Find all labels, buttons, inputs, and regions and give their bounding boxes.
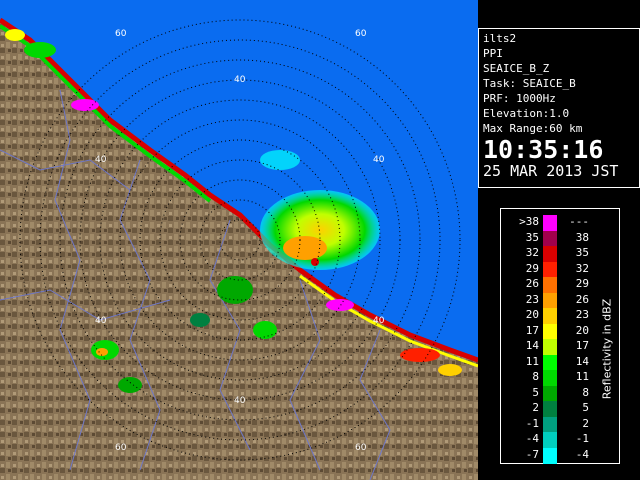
legend-swatch bbox=[543, 246, 557, 262]
legend-low-value: 20 bbox=[525, 308, 539, 321]
ring-label-60-sw: 60 bbox=[115, 443, 127, 453]
legend-unit: Reflectivity in dBZ bbox=[597, 249, 617, 449]
ring-label-60-nw: 60 bbox=[115, 29, 127, 39]
legend-swatch bbox=[543, 339, 557, 355]
legend-low-value: 14 bbox=[525, 339, 539, 352]
prf-value: PRF: 1000Hz bbox=[483, 92, 556, 105]
legend-low-value: 5 bbox=[532, 385, 539, 399]
legend-low-value: 11 bbox=[525, 354, 539, 368]
radar-ppi-map: 40 40 40 40 40 40 60 60 60 60 bbox=[0, 0, 478, 480]
legend-swatch bbox=[543, 261, 557, 278]
legend-swatch bbox=[543, 401, 557, 417]
legend-high-value: 23 bbox=[575, 308, 589, 321]
task-name: Task: SEAICE_B bbox=[483, 77, 576, 90]
max-range-value: Max Range:60 km bbox=[483, 122, 583, 135]
precip-cell bbox=[260, 190, 380, 270]
ring-label-60-se: 60 bbox=[355, 443, 367, 453]
legend-swatch bbox=[543, 215, 557, 231]
scan-time: 10:35:16 bbox=[483, 135, 604, 164]
legend-high-value: 17 bbox=[575, 339, 589, 352]
legend-high-value: 38 bbox=[575, 230, 589, 244]
legend-swatch bbox=[543, 230, 557, 247]
legend-low-value: 8 bbox=[532, 370, 539, 383]
legend-low-value: 32 bbox=[525, 246, 539, 259]
legend-swatch bbox=[543, 447, 557, 464]
ring-label-40-n: 40 bbox=[234, 75, 246, 85]
legend-high-value: 29 bbox=[575, 277, 589, 290]
legend-swatch bbox=[543, 416, 557, 433]
legend-low-value: 2 bbox=[532, 401, 539, 414]
legend-low-value: -4 bbox=[525, 432, 539, 445]
legend-high-value: 11 bbox=[575, 370, 589, 383]
legend-high-value: 20 bbox=[575, 323, 589, 337]
legend-high-value: 32 bbox=[575, 261, 589, 275]
legend-low-value: 23 bbox=[525, 292, 539, 306]
legend-row: >38 --- bbox=[501, 215, 619, 231]
legend-row: -7 -4 bbox=[501, 447, 619, 464]
legend-swatch bbox=[543, 292, 557, 309]
ring-label-60-ne: 60 bbox=[355, 29, 367, 39]
product-name: SEAICE_B_Z bbox=[483, 62, 550, 75]
scan-type: PPI bbox=[483, 47, 503, 60]
legend-swatch bbox=[543, 323, 557, 340]
elevation-value: Elevation:1.0 bbox=[483, 107, 570, 120]
ring-label-40-nw: 40 bbox=[95, 155, 107, 165]
legend-low-value: 17 bbox=[525, 323, 539, 337]
ring-label-40-ne: 40 bbox=[373, 155, 385, 165]
precip-max bbox=[311, 258, 319, 266]
legend-low-value: 35 bbox=[525, 230, 539, 244]
scan-info-panel: ilts2 PPI SEAICE_B_Z Task: SEAICE_B PRF:… bbox=[478, 28, 640, 188]
legend-high-value: 14 bbox=[575, 354, 589, 368]
legend-high-value: 8 bbox=[582, 385, 589, 399]
legend-swatch bbox=[543, 432, 557, 448]
scan-date: 25 MAR 2013 JST bbox=[483, 162, 619, 180]
legend-low-value: -7 bbox=[525, 447, 539, 461]
legend-low-value: 26 bbox=[525, 277, 539, 290]
legend-low-value: >38 bbox=[519, 215, 539, 228]
legend-swatch bbox=[543, 385, 557, 402]
ring-label-40-sw: 40 bbox=[95, 316, 107, 326]
reflectivity-legend: >38 --- 35 38 32 35 29 32 26 29 23 26 20 23 17 20 14 17 11… bbox=[500, 208, 620, 464]
precip-core bbox=[283, 236, 327, 260]
ring-label-40-se: 40 bbox=[373, 316, 385, 326]
legend-swatch bbox=[543, 370, 557, 386]
legend-unit-label: Reflectivity in dBZ bbox=[600, 298, 614, 400]
legend-row: 35 38 bbox=[501, 230, 619, 247]
legend-swatch bbox=[543, 308, 557, 324]
ring-label-40-s: 40 bbox=[234, 396, 246, 406]
legend-low-value: -1 bbox=[525, 416, 539, 430]
legend-high-value: 2 bbox=[582, 416, 589, 430]
site-name: ilts2 bbox=[483, 32, 517, 45]
legend-high-value: 26 bbox=[575, 292, 589, 306]
legend-high-value: -4 bbox=[575, 447, 589, 461]
legend-high-value: -1 bbox=[575, 432, 589, 445]
legend-high-value: --- bbox=[569, 215, 589, 228]
legend-high-value: 5 bbox=[582, 401, 589, 414]
legend-high-value: 35 bbox=[575, 246, 589, 259]
legend-swatch bbox=[543, 354, 557, 371]
legend-swatch bbox=[543, 277, 557, 293]
legend-low-value: 29 bbox=[525, 261, 539, 275]
